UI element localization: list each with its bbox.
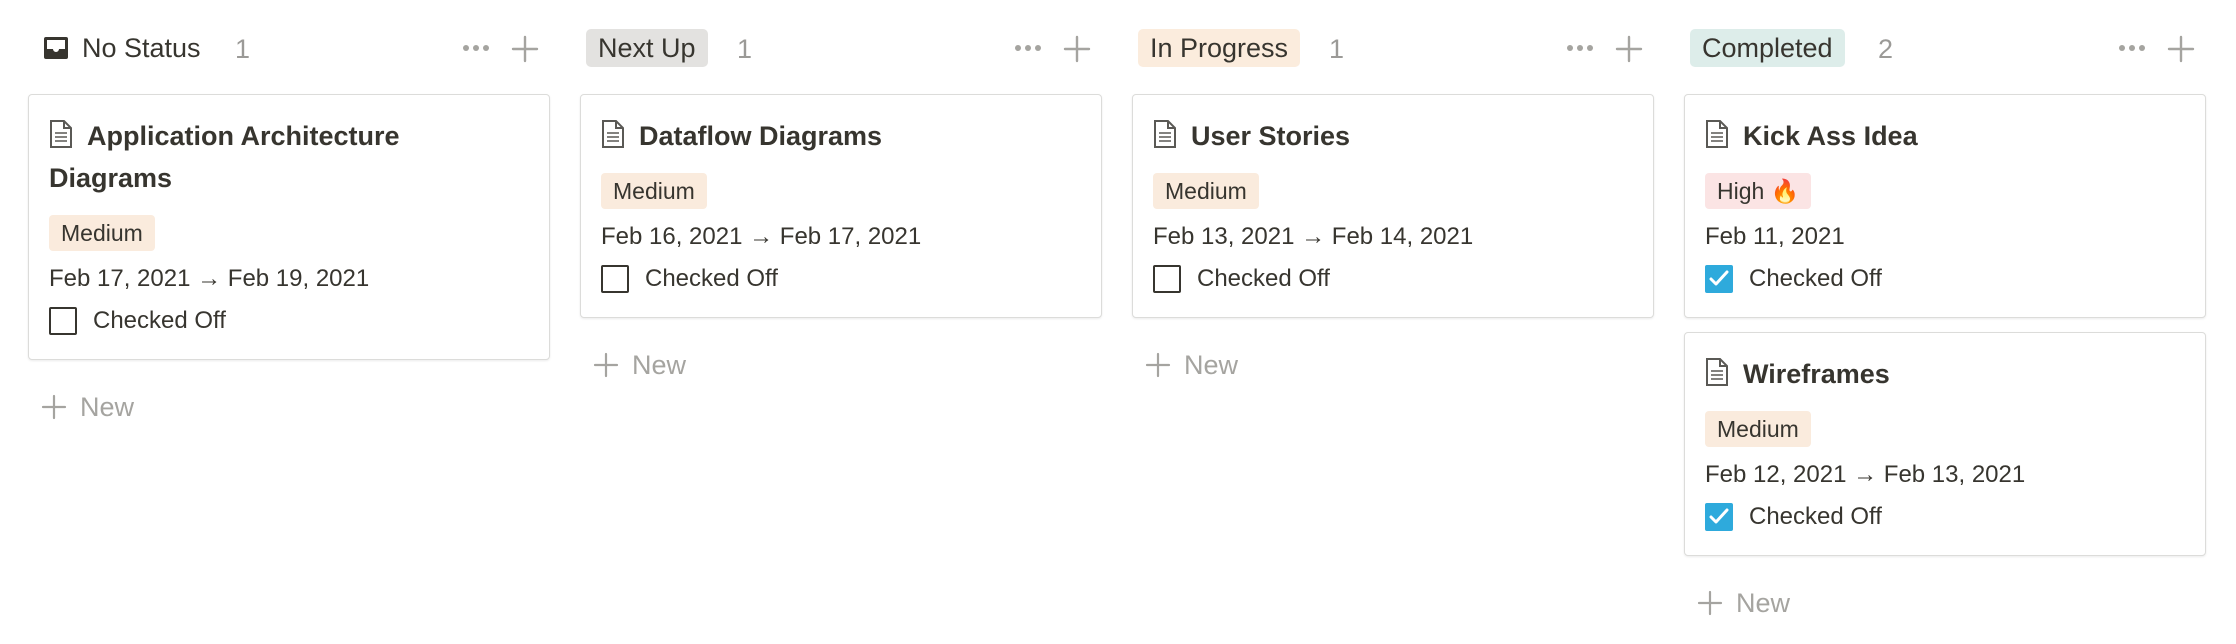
column-title: Next Up	[598, 32, 696, 63]
column-header: Completed 2	[1684, 24, 2206, 72]
checkbox[interactable]	[1153, 265, 1181, 293]
priority-tag: High 🔥	[1705, 173, 1812, 209]
column-title-group[interactable]: No Status	[42, 29, 201, 67]
card-title: Wireframes	[1705, 353, 2185, 395]
checkbox-label: Checked Off	[93, 307, 226, 334]
plus-icon	[1145, 352, 1171, 378]
column-count: 2	[1878, 34, 1894, 64]
card[interactable]: Dataflow Diagrams Medium Feb 16, 2021 → …	[580, 94, 1102, 318]
card-title-text: Application Architecture Diagrams	[49, 121, 400, 193]
new-card-label: New	[1736, 587, 1791, 618]
card-title-text: User Stories	[1191, 121, 1351, 151]
add-card-icon[interactable]	[1062, 34, 1092, 64]
checked-off-row: Checked Off	[1153, 263, 1330, 295]
plus-icon	[41, 394, 67, 420]
more-options-icon[interactable]	[460, 34, 492, 62]
checkbox-label: Checked Off	[1749, 265, 1882, 292]
card-title: Application Architecture Diagrams	[49, 115, 529, 199]
checked-off-row: Checked Off	[1705, 263, 1882, 295]
document-icon	[1154, 120, 1176, 148]
priority-tag: Medium	[1153, 173, 1259, 209]
card[interactable]: User Stories Medium Feb 13, 2021 → Feb 1…	[1132, 94, 1654, 318]
more-options-icon[interactable]	[1012, 34, 1044, 62]
card-title-text: Wireframes	[1743, 359, 1890, 389]
add-card-icon[interactable]	[510, 34, 540, 64]
date-range: Feb 13, 2021 → Feb 14, 2021	[1153, 223, 1474, 250]
document-icon	[50, 120, 72, 148]
date-range: Feb 16, 2021 → Feb 17, 2021	[601, 223, 922, 250]
plus-icon	[593, 352, 619, 378]
new-card-button[interactable]: New	[40, 387, 134, 427]
card-title: User Stories	[1153, 115, 1633, 157]
column-title-group[interactable]: Next Up	[586, 29, 708, 67]
column-count: 1	[737, 34, 753, 64]
priority-tag: Medium	[601, 173, 707, 209]
column-title-group[interactable]: In Progress	[1138, 29, 1301, 67]
date-range: Feb 12, 2021 → Feb 13, 2021	[1705, 461, 2026, 488]
new-card-label: New	[1184, 349, 1239, 380]
checkbox-label: Checked Off	[645, 265, 778, 292]
checkbox-label: Checked Off	[1197, 265, 1330, 292]
card-title: Kick Ass Idea	[1705, 115, 2185, 157]
document-icon	[602, 120, 624, 148]
kanban-board: No Status 1 Application Architecture Dia…	[0, 0, 2236, 644]
card-title-text: Dataflow Diagrams	[639, 121, 883, 151]
priority-tag: Medium	[49, 215, 155, 251]
column-header: No Status 1	[28, 24, 550, 72]
document-icon	[1706, 120, 1728, 148]
column-count: 1	[1329, 34, 1345, 64]
checkbox-checked[interactable]	[1705, 503, 1733, 531]
add-card-icon[interactable]	[1614, 34, 1644, 64]
checkmark-icon	[1709, 508, 1729, 524]
checkbox[interactable]	[49, 307, 77, 335]
more-options-icon[interactable]	[2116, 34, 2148, 62]
column-header: In Progress 1	[1132, 24, 1654, 72]
document-icon	[1706, 358, 1728, 386]
plus-icon	[1697, 590, 1723, 616]
new-card-button[interactable]: New	[1144, 345, 1238, 385]
more-options-icon[interactable]	[1564, 34, 1596, 62]
checked-off-row: Checked Off	[49, 305, 226, 337]
checkbox-checked[interactable]	[1705, 265, 1733, 293]
card[interactable]: Kick Ass Idea High 🔥 Feb 11, 2021 Checke…	[1684, 94, 2206, 318]
column-title: Completed	[1702, 32, 1833, 63]
card-title-text: Kick Ass Idea	[1743, 121, 1918, 151]
new-card-button[interactable]: New	[592, 345, 686, 385]
add-card-icon[interactable]	[2166, 34, 2196, 64]
card-title: Dataflow Diagrams	[601, 115, 1081, 157]
column-header: Next Up 1	[580, 24, 1102, 72]
column-title: No Status	[82, 32, 201, 63]
checkbox-label: Checked Off	[1749, 503, 1882, 530]
checkbox[interactable]	[601, 265, 629, 293]
inbox-icon	[44, 37, 68, 59]
column-title: In Progress	[1150, 32, 1289, 63]
column-count: 1	[235, 34, 251, 64]
card[interactable]: Wireframes Medium Feb 12, 2021 → Feb 13,…	[1684, 332, 2206, 556]
checked-off-row: Checked Off	[1705, 501, 1882, 533]
column-title-group[interactable]: Completed	[1690, 29, 1845, 67]
date: Feb 11, 2021	[1705, 223, 1845, 250]
new-card-button[interactable]: New	[1696, 583, 1790, 623]
new-card-label: New	[632, 349, 687, 380]
card[interactable]: Application Architecture Diagrams Medium…	[28, 94, 550, 360]
checkmark-icon	[1709, 270, 1729, 286]
date-range: Feb 17, 2021 → Feb 19, 2021	[49, 265, 370, 292]
checked-off-row: Checked Off	[601, 263, 778, 295]
priority-tag: Medium	[1705, 411, 1811, 447]
new-card-label: New	[80, 391, 135, 422]
